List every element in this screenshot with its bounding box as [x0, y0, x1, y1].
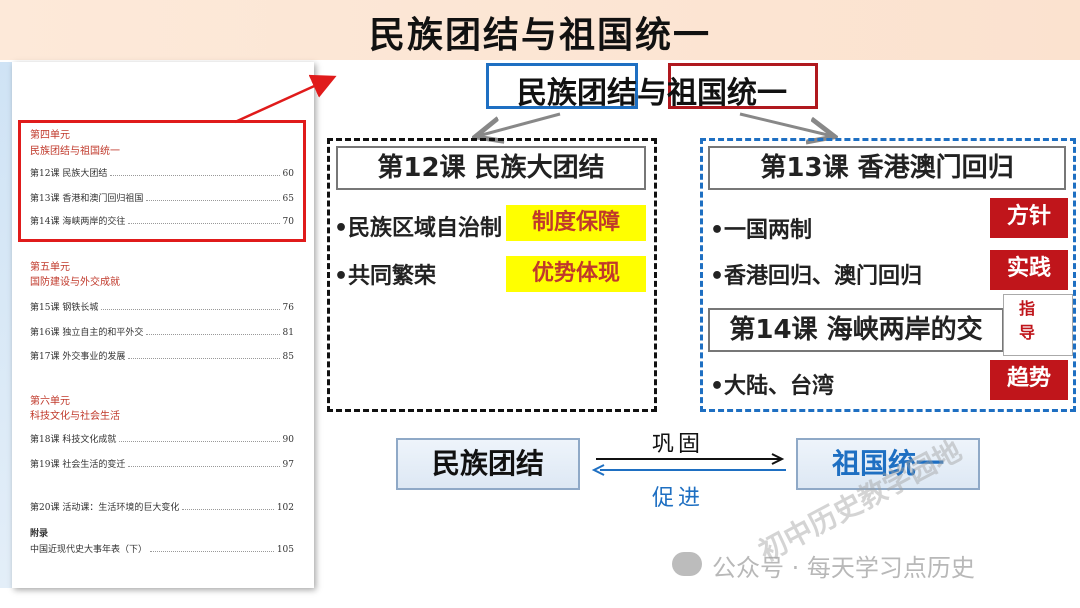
lesson13-title: 第13课 香港澳门回归: [708, 146, 1066, 190]
toc-to-header-arrow: [234, 74, 337, 124]
tag-practice: 实践: [990, 250, 1068, 290]
wechat-icon: [672, 552, 702, 576]
header-part3: 祖国统一: [667, 76, 787, 111]
lesson14-bullet1: •大陆、台湾: [710, 374, 835, 399]
relation-unity-box: 民族团结: [396, 438, 580, 490]
tag-advantage: 优势体现: [506, 256, 646, 292]
header-to-right-arrow: [739, 112, 832, 136]
consolidate-label: 巩固: [652, 432, 705, 457]
lesson12-bullet1: •民族区域自治制: [334, 216, 503, 241]
section-header: 民族团结与祖国统一: [486, 68, 818, 112]
header-to-left-arrow: [478, 112, 561, 136]
header-part1: 民族团结: [517, 76, 637, 111]
tag-trend: 趋势: [990, 360, 1068, 400]
lesson14-title: 第14课 海峡两岸的交: [708, 308, 1004, 352]
guide-char2: 导: [1018, 323, 1035, 342]
tag-policy: 方针: [990, 198, 1068, 238]
lesson12-bullet2: •共同繁荣: [334, 264, 437, 289]
promote-label: 促进: [652, 486, 705, 511]
tag-institutional-guarantee: 制度保障: [506, 205, 646, 241]
guide-char1: 指: [1018, 299, 1035, 318]
header-part2: 与: [637, 76, 667, 111]
guide-box: [1003, 294, 1073, 356]
watermark-account: 公众号 · 每天学习点历史: [712, 554, 975, 582]
lesson12-title: 第12课 民族大团结: [336, 146, 646, 190]
guide-label: 指 导: [1016, 297, 1038, 345]
lesson13-bullet1: •一国两制: [710, 218, 813, 243]
lesson13-bullet2: •香港回归、澳门回归: [710, 264, 923, 289]
